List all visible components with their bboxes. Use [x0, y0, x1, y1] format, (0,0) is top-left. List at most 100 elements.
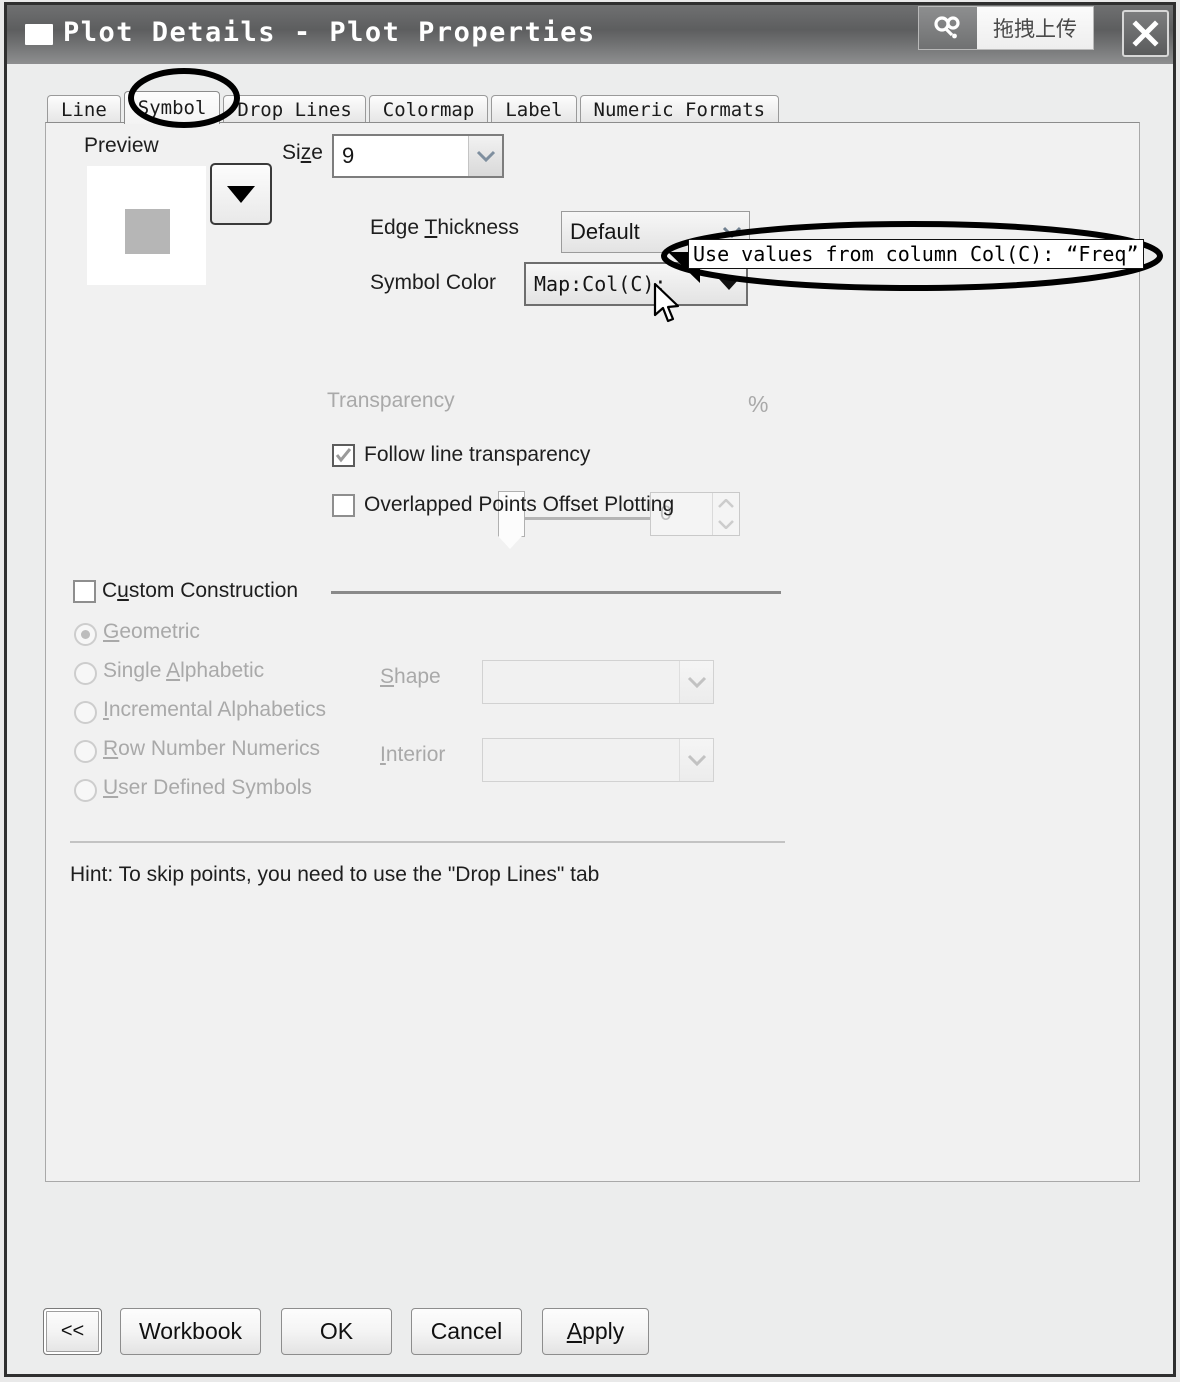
- tab-line-label: Line: [61, 99, 107, 121]
- transparency-stepper-buttons[interactable]: [712, 493, 739, 535]
- close-icon[interactable]: [1122, 10, 1169, 57]
- transparency-slider-track[interactable]: [508, 517, 656, 520]
- custom-construction-label-accel: u: [117, 579, 129, 602]
- radio-incremental-alphabetics[interactable]: [74, 701, 97, 724]
- radio-geometric-post: eometric: [119, 620, 200, 643]
- radio-user-defined-accel: U: [103, 776, 119, 799]
- overlapped-points-label: Overlapped Points Offset Plotting: [364, 493, 675, 516]
- tab-drop-lines-label: Drop Lines: [237, 99, 352, 121]
- symbol-shape-dropdown-button[interactable]: [210, 163, 272, 225]
- stepper-up-icon[interactable]: [713, 493, 739, 514]
- collapse-button[interactable]: <<: [43, 1308, 102, 1355]
- tab-drop-lines[interactable]: Drop Lines: [223, 95, 366, 124]
- chevron-down-icon: [227, 186, 255, 203]
- follow-line-transparency-checkbox[interactable]: [332, 444, 355, 467]
- radio-user-defined-symbols[interactable]: [74, 779, 97, 802]
- apply-button-label: Apply: [567, 1318, 625, 1345]
- follow-line-transparency-label: Follow line transparency: [364, 443, 591, 466]
- size-value: 9: [342, 143, 355, 168]
- stepper-down-icon[interactable]: [713, 514, 739, 535]
- interior-label: Interior: [380, 743, 445, 767]
- edge-thickness-label-post: hickness: [437, 216, 520, 239]
- radio-incremental-alphabetics-label: Incremental Alphabetics: [103, 698, 326, 722]
- ok-button-label: OK: [319, 1318, 354, 1344]
- tab-numeric-formats[interactable]: Numeric Formats: [579, 95, 780, 124]
- overlapped-points-checkbox[interactable]: [332, 494, 355, 517]
- radio-incremental-post: ncremental Alphabetics: [108, 698, 326, 721]
- radio-geometric-label: Geometric: [103, 620, 200, 644]
- window-title: Plot Details - Plot Properties: [63, 17, 596, 48]
- radio-geometric-accel: G: [103, 620, 120, 643]
- transparency-label: Transparency: [327, 389, 455, 412]
- radio-row-number-accel: R: [103, 737, 119, 760]
- tab-symbol-label: Symbol: [137, 97, 207, 119]
- interior-combo[interactable]: [482, 738, 714, 782]
- preview-label: Preview: [84, 134, 159, 157]
- radio-row-number-numerics-label: Row Number Numerics: [103, 737, 320, 761]
- custom-construction-label-post: stom Construction: [128, 579, 299, 602]
- interior-label-post: nterior: [385, 743, 446, 766]
- radio-single-alphabetic-post: lphabetic: [180, 659, 265, 682]
- radio-row-number-numerics[interactable]: [74, 740, 97, 763]
- drag-upload-widget[interactable]: 拖拽上传: [918, 6, 1094, 50]
- ok-button[interactable]: OK: [281, 1308, 392, 1355]
- radio-single-alphabetic-label: Single Alphabetic: [103, 659, 264, 683]
- shape-label: Shape: [380, 665, 441, 689]
- window-square-icon: [25, 24, 53, 45]
- cancel-button[interactable]: Cancel: [411, 1308, 522, 1355]
- edge-thickness-label: Edge Thickness: [370, 216, 519, 240]
- custom-construction-label-pre: C: [102, 579, 118, 602]
- drag-upload-label: 拖拽上传: [977, 7, 1093, 49]
- size-label-pre: Si: [282, 141, 301, 164]
- size-chevron-down-icon[interactable]: [468, 136, 502, 176]
- symbol-tab-panel: Preview Size 9 Edge Thickness Default Sy…: [45, 122, 1140, 1182]
- radio-single-alphabetic-pre: Single: [103, 659, 167, 682]
- size-label-accel: z: [300, 141, 312, 164]
- symbol-preview: [87, 166, 206, 285]
- radio-single-alphabetic[interactable]: [74, 662, 97, 685]
- custom-construction-divider: [331, 591, 781, 594]
- workbook-button[interactable]: Workbook: [120, 1308, 261, 1355]
- hint-text: Hint: To skip points, you need to use th…: [70, 863, 600, 886]
- plot-details-window: Plot Details - Plot Properties 拖拽上传 Line: [4, 2, 1176, 1377]
- apply-button-accel: A: [566, 1318, 583, 1344]
- symbol-color-value: Map:Col(C):: [534, 272, 667, 296]
- apply-button-post: pply: [582, 1318, 625, 1344]
- tab-numeric-formats-label: Numeric Formats: [593, 99, 766, 121]
- radio-geometric-dot: [81, 630, 90, 639]
- shape-label-post: hape: [394, 665, 441, 688]
- shape-chevron-down-icon[interactable]: [679, 661, 713, 703]
- shape-combo[interactable]: [482, 660, 714, 704]
- radio-single-alphabetic-accel: A: [166, 659, 181, 682]
- tab-colormap-label: Colormap: [382, 99, 475, 121]
- radio-user-defined-symbols-label: User Defined Symbols: [103, 776, 312, 800]
- radio-user-defined-post: ser Defined Symbols: [118, 776, 312, 799]
- symbol-color-label: Symbol Color: [370, 271, 497, 294]
- link-chain-icon: [919, 7, 977, 49]
- size-label-post: e: [311, 141, 323, 164]
- custom-construction-checkbox[interactable]: [73, 580, 96, 603]
- tab-label[interactable]: Label: [491, 95, 577, 124]
- apply-button[interactable]: Apply: [542, 1308, 649, 1355]
- shape-label-accel: S: [380, 665, 395, 688]
- cancel-button-label: Cancel: [430, 1318, 503, 1344]
- size-label: Size: [282, 141, 323, 165]
- transparency-unit: %: [748, 391, 769, 417]
- tab-colormap[interactable]: Colormap: [368, 95, 489, 124]
- tab-line[interactable]: Line: [47, 95, 121, 124]
- interior-chevron-down-icon[interactable]: [679, 739, 713, 781]
- callout-text: Use values from column Col(C): “Freq”: [688, 239, 1144, 269]
- screen-root: Plot Details - Plot Properties 拖拽上传 Line: [0, 0, 1180, 1382]
- custom-construction-label: Custom Construction: [102, 579, 298, 603]
- symbol-color-chevron-down-icon[interactable]: [712, 264, 746, 304]
- edge-thickness-label-pre: Edge: [370, 216, 425, 239]
- tab-strip: Line Symbol Drop Lines Colormap Label Nu…: [47, 91, 782, 124]
- workbook-button-label: Workbook: [138, 1318, 243, 1344]
- tab-label-label: Label: [505, 99, 563, 121]
- check-icon: [335, 448, 352, 463]
- tab-symbol[interactable]: Symbol: [123, 91, 221, 124]
- collapse-button-label: <<: [60, 1320, 85, 1342]
- size-combo[interactable]: 9: [332, 134, 504, 178]
- radio-geometric[interactable]: [74, 623, 97, 646]
- hint-divider: [70, 841, 785, 843]
